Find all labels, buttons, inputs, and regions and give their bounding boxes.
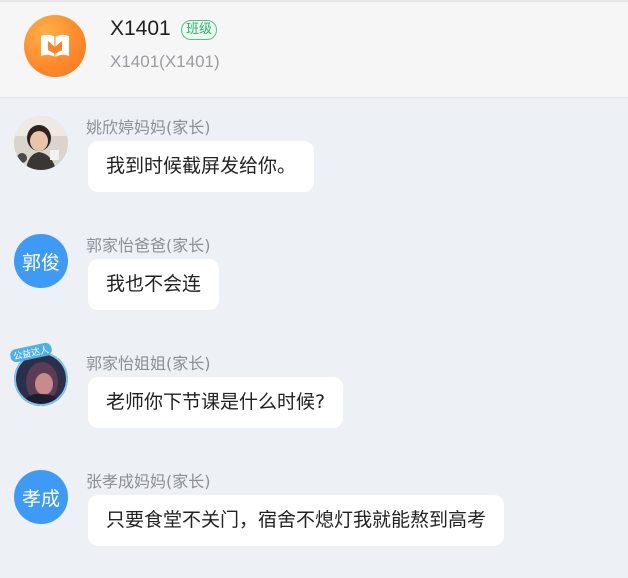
group-title: X1401 (110, 17, 171, 40)
chat-header: X1401 班级 X1401(X1401) (0, 0, 628, 98)
sender-avatar[interactable]: 公益达人 (9, 341, 68, 406)
group-subtitle: X1401(X1401) (110, 52, 220, 71)
sender-name: 郭家怡爸爸(家长) (86, 236, 211, 255)
message-bubble[interactable]: 我到时候截屏发给你。 (88, 141, 315, 192)
message-bubble[interactable]: 我也不会连 (88, 259, 220, 310)
book-icon (41, 34, 69, 57)
sender-name: 张孝成妈妈(家长) (86, 472, 211, 491)
avatar-photo-icon (14, 116, 68, 170)
sender-avatar[interactable]: 孝成 (14, 470, 68, 524)
sender-avatar[interactable] (14, 116, 68, 170)
message-bubble[interactable]: 老师你下节课是什么时候? (88, 377, 344, 428)
class-badge: 班级 (181, 20, 218, 40)
message-bubble[interactable]: 只要食堂不关门，宿舍不熄灯我就能熬到高考 (88, 495, 505, 546)
sender-avatar[interactable]: 郭俊 (14, 234, 68, 288)
group-avatar[interactable] (24, 15, 86, 77)
sender-name: 姚欣婷妈妈(家长) (86, 118, 211, 137)
sender-name: 郭家怡姐姐(家长) (86, 354, 211, 373)
